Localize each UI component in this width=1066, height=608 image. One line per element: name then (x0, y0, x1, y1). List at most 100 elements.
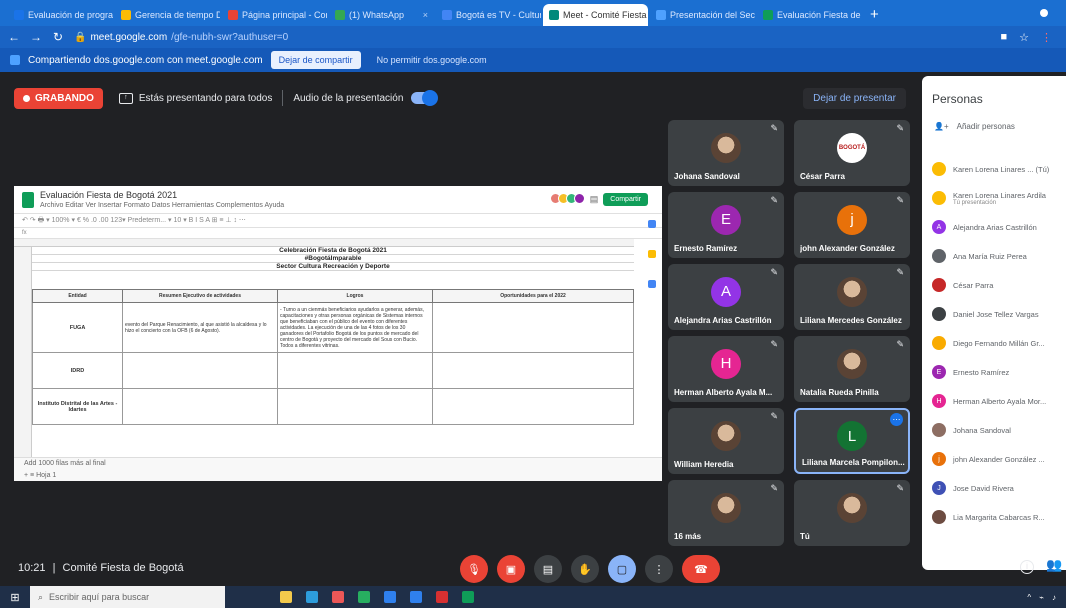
pdf-icon[interactable] (436, 591, 448, 603)
column-header-entity[interactable]: Entidad (32, 289, 123, 303)
browser-tab[interactable]: Evaluación de programa× (8, 4, 113, 26)
stop-presenting-button[interactable]: Dejar de presentar (803, 87, 906, 109)
taskbar-search[interactable]: ⌕ Escribir aquí para buscar (30, 586, 225, 608)
participant-tile[interactable]: L ⋯ Liliana Marcela Pompilon... (794, 408, 910, 474)
browser-tab[interactable]: (1) WhatsApp × (329, 4, 434, 26)
info-icon[interactable]: i (1020, 560, 1034, 574)
tasks-icon[interactable] (648, 280, 656, 288)
pin-icon[interactable]: ✎ (770, 483, 778, 494)
summary-cell[interactable] (122, 352, 278, 389)
people-list-item[interactable]: Karen Lorena Linares ... (Tú) (932, 158, 1066, 180)
pin-icon[interactable]: ✎ (896, 339, 904, 350)
summary-cell[interactable] (122, 388, 278, 425)
browser-tab[interactable]: Evaluación Fiesta de Bog× (757, 4, 862, 26)
volume-icon[interactable]: ♪ (1052, 593, 1056, 602)
camera-icon[interactable]: ■ (1000, 31, 1007, 43)
pin-icon[interactable]: ✎ (770, 267, 778, 278)
browser-tab[interactable]: Página principal - Correo× (222, 4, 327, 26)
opportunity-cell[interactable] (432, 302, 634, 353)
recording-badge[interactable]: GRABANDO (14, 87, 103, 109)
participant-tile[interactable]: j ✎ john Alexander González (794, 192, 910, 258)
entity-cell[interactable]: Instituto Distrital de las Artes - Idart… (32, 388, 123, 425)
participant-tile[interactable]: E ✎ Ernesto Ramírez (668, 192, 784, 258)
tray-up-icon[interactable]: ^ (1027, 593, 1031, 602)
more-options-icon[interactable]: ⋮ (645, 555, 673, 583)
sheet-menu[interactable]: Archivo Editar Ver Insertar Formato Dato… (40, 202, 284, 209)
add-rows-text[interactable]: Add 1000 filas más al final (24, 458, 662, 470)
forward-icon[interactable]: → (30, 30, 42, 44)
pin-icon[interactable]: ✎ (770, 195, 778, 206)
participant-tile[interactable]: A ✎ Alejandra Arias Castrillón (668, 264, 784, 330)
browser-tab[interactable]: Presentación del Sector Fi× (650, 4, 755, 26)
entity-cell[interactable]: FUGA (32, 302, 123, 353)
column-header-opportunities[interactable]: Oportunidades para el 2022 (432, 289, 634, 303)
keep-icon[interactable] (648, 250, 656, 258)
excel-icon[interactable] (462, 591, 474, 603)
network-icon[interactable]: ⌁ (1039, 593, 1044, 602)
participant-tile[interactable]: ✎ 16 más (668, 480, 784, 546)
participant-tile[interactable]: ✎ Tú (794, 480, 910, 546)
browser-tab[interactable]: Gerencia de tiempo De× (115, 4, 220, 26)
people-list-item[interactable]: Daniel Jose Tellez Vargas (932, 303, 1066, 325)
edge-icon[interactable] (306, 591, 318, 603)
pin-icon[interactable]: ✎ (896, 483, 904, 494)
participant-tile[interactable]: ✎ Johana Sandoval (668, 120, 784, 186)
file-explorer-icon[interactable] (280, 591, 292, 603)
browser-tab[interactable]: Bogotá es TV - Cultura× (436, 4, 541, 26)
pin-icon[interactable]: ✎ (770, 123, 778, 134)
column-header-summary[interactable]: Resumen Ejecutivo de actividades (122, 289, 278, 303)
end-call-icon[interactable]: ☎ (682, 555, 720, 583)
people-list-item[interactable]: A Alejandra Arias Castrillón (932, 216, 1066, 238)
column-header-logros[interactable]: Logros (277, 289, 433, 303)
people-list-item[interactable]: J Jose David Rivera (932, 477, 1066, 499)
people-list-item[interactable]: Diego Fernando Millán Gr... (932, 332, 1066, 354)
url-field[interactable]: 🔒 meet.google.com /gfe-nubh-swr?authuser… (74, 32, 288, 43)
store-icon[interactable] (384, 591, 396, 603)
profile-dot[interactable] (1040, 9, 1048, 17)
pin-icon[interactable]: ✎ (896, 267, 904, 278)
summary-cell[interactable]: evento del Parque Renacimiento, al que a… (122, 302, 278, 353)
logros-cell[interactable] (277, 388, 433, 425)
camera-off-icon[interactable]: ▣ (497, 555, 525, 583)
pin-icon[interactable]: ✎ (896, 123, 904, 134)
star-icon[interactable]: ☆ (1019, 31, 1029, 44)
system-tray[interactable]: ^ ⌁ ♪ (1027, 593, 1066, 602)
pin-icon[interactable]: ✎ (770, 339, 778, 350)
add-sheet-icon[interactable]: + ≡ (24, 472, 36, 479)
opportunity-cell[interactable] (432, 352, 634, 389)
audio-toggle[interactable] (411, 90, 439, 106)
browser-tab[interactable]: Meet - Comité Fiesta× (543, 4, 648, 26)
close-icon[interactable]: × (423, 10, 428, 20)
calendar-icon[interactable] (648, 220, 656, 228)
people-list-item[interactable]: Lia Margarita Cabarcas R... (932, 506, 1066, 528)
participant-tile[interactable]: ✎ William Heredia (668, 408, 784, 474)
word-icon[interactable] (410, 591, 422, 603)
participant-tile[interactable]: ✎ Liliana Mercedes González (794, 264, 910, 330)
participant-tile[interactable]: H ✎ Herman Alberto Ayala M... (668, 336, 784, 402)
reload-icon[interactable]: ↻ (52, 30, 64, 44)
people-icon[interactable]: 👥 (1046, 557, 1062, 573)
sheet-share-button[interactable]: Compartir (603, 193, 648, 206)
opportunity-cell[interactable] (432, 388, 634, 425)
entity-cell[interactable]: IDRD (32, 352, 123, 389)
participant-tile[interactable]: BOGOTÁ ✎ César Parra (794, 120, 910, 186)
people-list-item[interactable]: César Parra (932, 274, 1066, 296)
comment-icon[interactable]: ▤ (590, 194, 599, 205)
logros-cell[interactable]: - Turno a un cienmás beneficiarios ayuda… (277, 302, 433, 353)
captions-icon[interactable]: ▤ (534, 555, 562, 583)
people-list-item[interactable]: Ana María Ruiz Perea (932, 245, 1066, 267)
people-list-item[interactable]: j john Alexander González ... (932, 448, 1066, 470)
pin-icon[interactable]: ✎ (896, 195, 904, 206)
people-list-item[interactable]: Johana Sandoval (932, 419, 1066, 441)
back-icon[interactable]: ← (8, 30, 20, 44)
people-list-item[interactable]: H Herman Alberto Ayala Mor... (932, 390, 1066, 412)
add-people-button[interactable]: 👤+ Añadir personas (922, 106, 1066, 131)
chrome-icon[interactable] (332, 591, 344, 603)
participant-tile[interactable]: ✎ Natalia Rueda Pinilla (794, 336, 910, 402)
raise-hand-icon[interactable]: ✋ (571, 555, 599, 583)
stop-sharing-button[interactable]: Dejar de compartir (270, 51, 361, 69)
menu-icon[interactable]: ⋮ (1041, 31, 1052, 44)
people-list-item[interactable]: Karen Lorena Linares Ardila Tú presentaci… (932, 187, 1066, 209)
windows-start-icon[interactable]: ⊞ (0, 591, 30, 604)
mic-off-icon[interactable]: 🎙 (460, 555, 488, 583)
